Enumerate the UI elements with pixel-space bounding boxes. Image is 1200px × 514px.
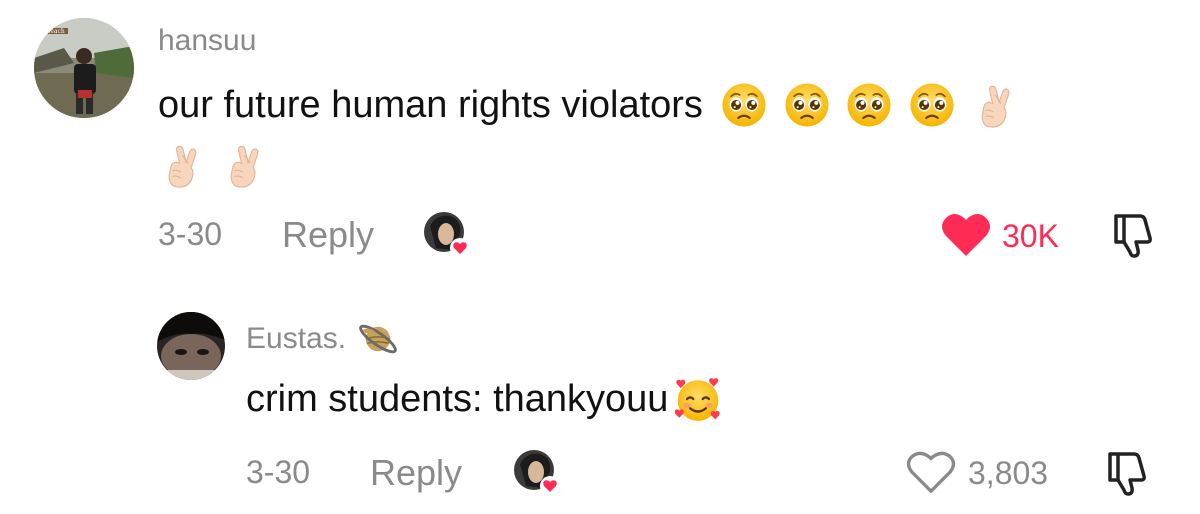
pleading-face-emoji (784, 82, 830, 128)
like-count: 30K (1002, 218, 1059, 254)
reply-date: 3-30 (246, 454, 311, 490)
heart-icon[interactable] (940, 212, 992, 258)
reply-like-count: 3,803 (968, 455, 1049, 491)
reply-username[interactable]: Eustas. (246, 322, 346, 355)
reply-button[interactable]: Reply (282, 214, 374, 256)
comment-username[interactable]: hansuu (158, 24, 256, 58)
pleading-face-emoji (846, 82, 892, 128)
comment-body: our future human rights violators (158, 82, 1017, 128)
smiling-face-with-hearts-emoji (674, 378, 720, 421)
fingers-crossed-emoji (158, 142, 204, 188)
pleading-face-emoji (909, 82, 955, 128)
fingers-crossed-emoji (971, 82, 1017, 128)
comment-date: 3-30 (158, 216, 223, 252)
comment-text: our future human rights violators (158, 84, 703, 126)
reply-avatar[interactable] (157, 312, 225, 380)
avatar[interactable]: Beach (34, 18, 134, 118)
creator-liked-avatar (422, 210, 470, 258)
reply-reply-button[interactable]: Reply (370, 452, 462, 494)
reply-body: crim students: thankyouu (246, 374, 723, 424)
heart-outline-icon[interactable] (906, 450, 956, 494)
comment-body-line-2 (158, 142, 266, 188)
fingers-crossed-emoji (220, 142, 266, 188)
thumbs-down-icon[interactable] (1110, 210, 1156, 258)
reply-text: crim students: thankyouu (246, 378, 669, 420)
svg-text:Beach: Beach (46, 28, 65, 35)
thumbs-down-icon[interactable] (1104, 448, 1150, 496)
ringed-planet-emoji (358, 324, 397, 354)
creator-liked-avatar (512, 448, 560, 496)
pleading-face-emoji (721, 82, 767, 128)
reply-username-row: Eustas. (246, 316, 401, 362)
